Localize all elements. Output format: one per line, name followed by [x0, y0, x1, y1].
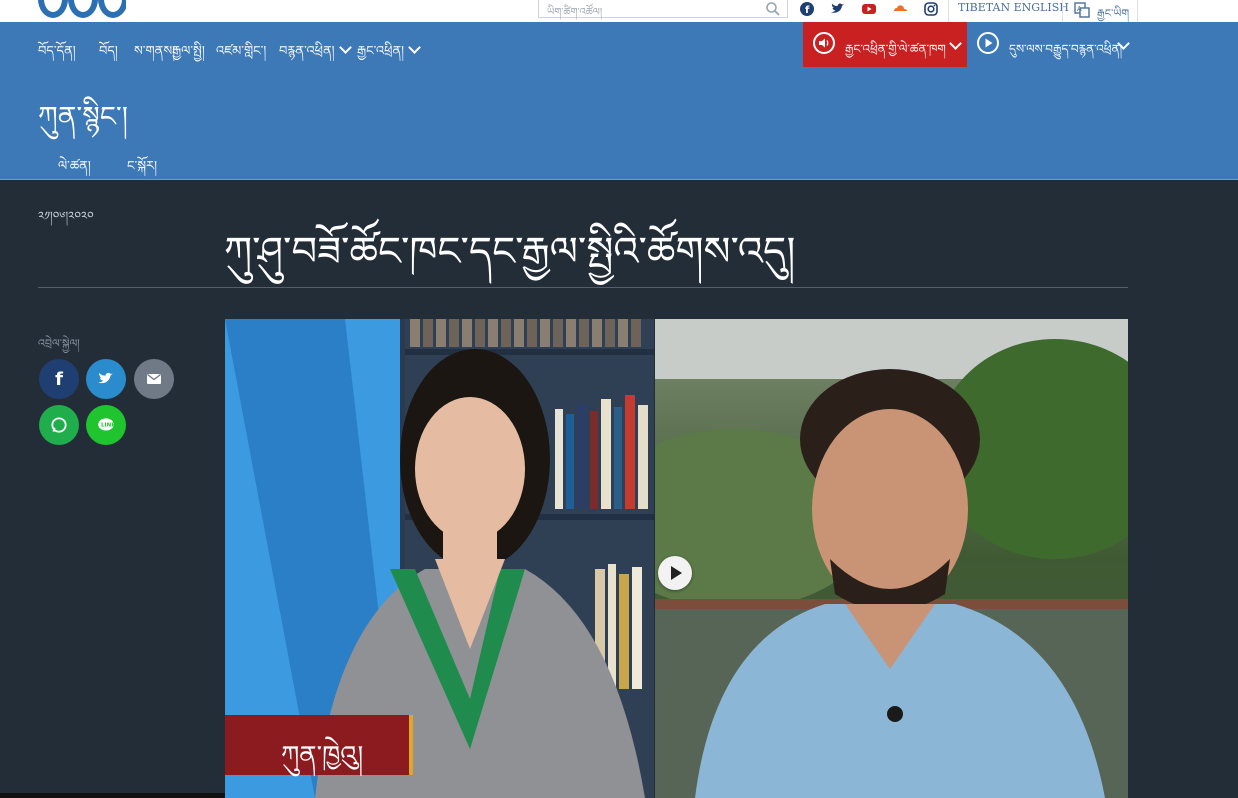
live-video-label: དུས་ལས་བརྒྱུད་བརྙན་འཕྲིན།: [1009, 42, 1123, 56]
top-divider: [948, 0, 949, 22]
english-link[interactable]: TIBETAN ENGLISH: [958, 1, 1069, 14]
svg-text:f: f: [805, 5, 810, 16]
presenter-name-tag: ཀུན་ཁྱེའུ།: [225, 715, 413, 775]
voa-logo[interactable]: [38, 0, 126, 22]
twitter-share-button[interactable]: [86, 359, 126, 399]
twitter-icon[interactable]: [829, 0, 847, 18]
twitter-icon: [98, 372, 113, 384]
bottom-scroll-bar: [0, 793, 225, 798]
svg-text:A: A: [1077, 5, 1082, 13]
translate-icon[interactable]: A: [1073, 1, 1091, 19]
article-date: ༢༡།༠༦།༢༠༢༠: [38, 209, 94, 223]
facebook-icon[interactable]: f: [798, 0, 816, 18]
main-nav: བོད་དོན། བོད། ས་གནས། རྒྱལ་སྤྱི། འཛམ་གླིང…: [0, 22, 1238, 67]
search-input[interactable]: ཡིག་ཚིག་འཚོལ།: [538, 0, 788, 18]
email-share-button[interactable]: [134, 359, 174, 399]
live-audio-button[interactable]: རྒྱང་འཕྲིན་གྱི་ལེ་ཚན་ཁག: [803, 22, 967, 67]
youtube-icon[interactable]: [860, 0, 878, 18]
whatsapp-icon: [51, 417, 67, 433]
headline-divider: [38, 287, 1128, 288]
chevron-down-icon: [949, 37, 962, 50]
top-bar: ཡིག་ཚིག་འཚོལ། f TIBETAN ENGLISH A རྒྱང་ཡ…: [0, 0, 1238, 22]
top-divider: [1137, 0, 1138, 22]
search-icon[interactable]: [765, 1, 781, 17]
play-button[interactable]: [658, 556, 692, 590]
chevron-down-icon: [408, 41, 421, 54]
top-divider: [1062, 0, 1063, 22]
email-icon: [147, 373, 161, 384]
sub-nav-item-programs[interactable]: ལེ་ཚན།: [58, 151, 91, 188]
line-icon: LINE: [98, 418, 115, 431]
presenter-name: ཀུན་ཁྱེའུ།: [281, 741, 364, 771]
video-player[interactable]: ཀུན་ཁྱེའུ།: [225, 319, 1128, 798]
svg-text:LINE: LINE: [101, 423, 115, 429]
live-audio-label: རྒྱང་འཕྲིན་གྱི་ལེ་ཚན་ཁག: [845, 42, 946, 56]
logo-a-shape: [98, 0, 126, 18]
line-share-button[interactable]: LINE: [86, 405, 126, 445]
instagram-icon[interactable]: [922, 0, 940, 18]
facebook-icon: f: [55, 368, 63, 390]
section-header: ཀུན་སྙིང་། ལེ་ཚན། ང་སྐོར།: [0, 67, 1238, 180]
nav-item-radio-label: རྒྱང་འཕྲིན།: [357, 44, 405, 59]
article-headline: ཀུ་ཤུ་བཟོ་ཚོང་ཁང་དང་རྒྱལ་སྤྱིའི་ཚོགས་འདུ…: [224, 229, 796, 275]
whatsapp-share-button[interactable]: [39, 405, 79, 445]
play-circle-icon: [977, 32, 999, 54]
nav-item-video-label: བརྙན་འཕྲིན།: [279, 44, 335, 59]
video-left-panel: ཀུན་ཁྱེའུ།: [225, 319, 654, 798]
facebook-share-button[interactable]: f: [39, 359, 79, 399]
live-video-button[interactable]: དུས་ལས་བརྒྱུད་བརྙན་འཕྲིན།: [967, 22, 1147, 67]
chevron-down-icon: [338, 41, 352, 54]
guest-image: [655, 339, 1128, 798]
soundcloud-icon[interactable]: [891, 0, 909, 18]
logo-v-shape: [38, 0, 68, 18]
share-label: འབྲེལ་སྐྱེལ།: [38, 337, 80, 350]
logo-o-shape: [68, 0, 98, 18]
sub-nav-item-about[interactable]: ང་སྐོར།: [127, 151, 157, 188]
video-right-panel: [655, 319, 1128, 798]
speaker-icon: [813, 32, 835, 54]
